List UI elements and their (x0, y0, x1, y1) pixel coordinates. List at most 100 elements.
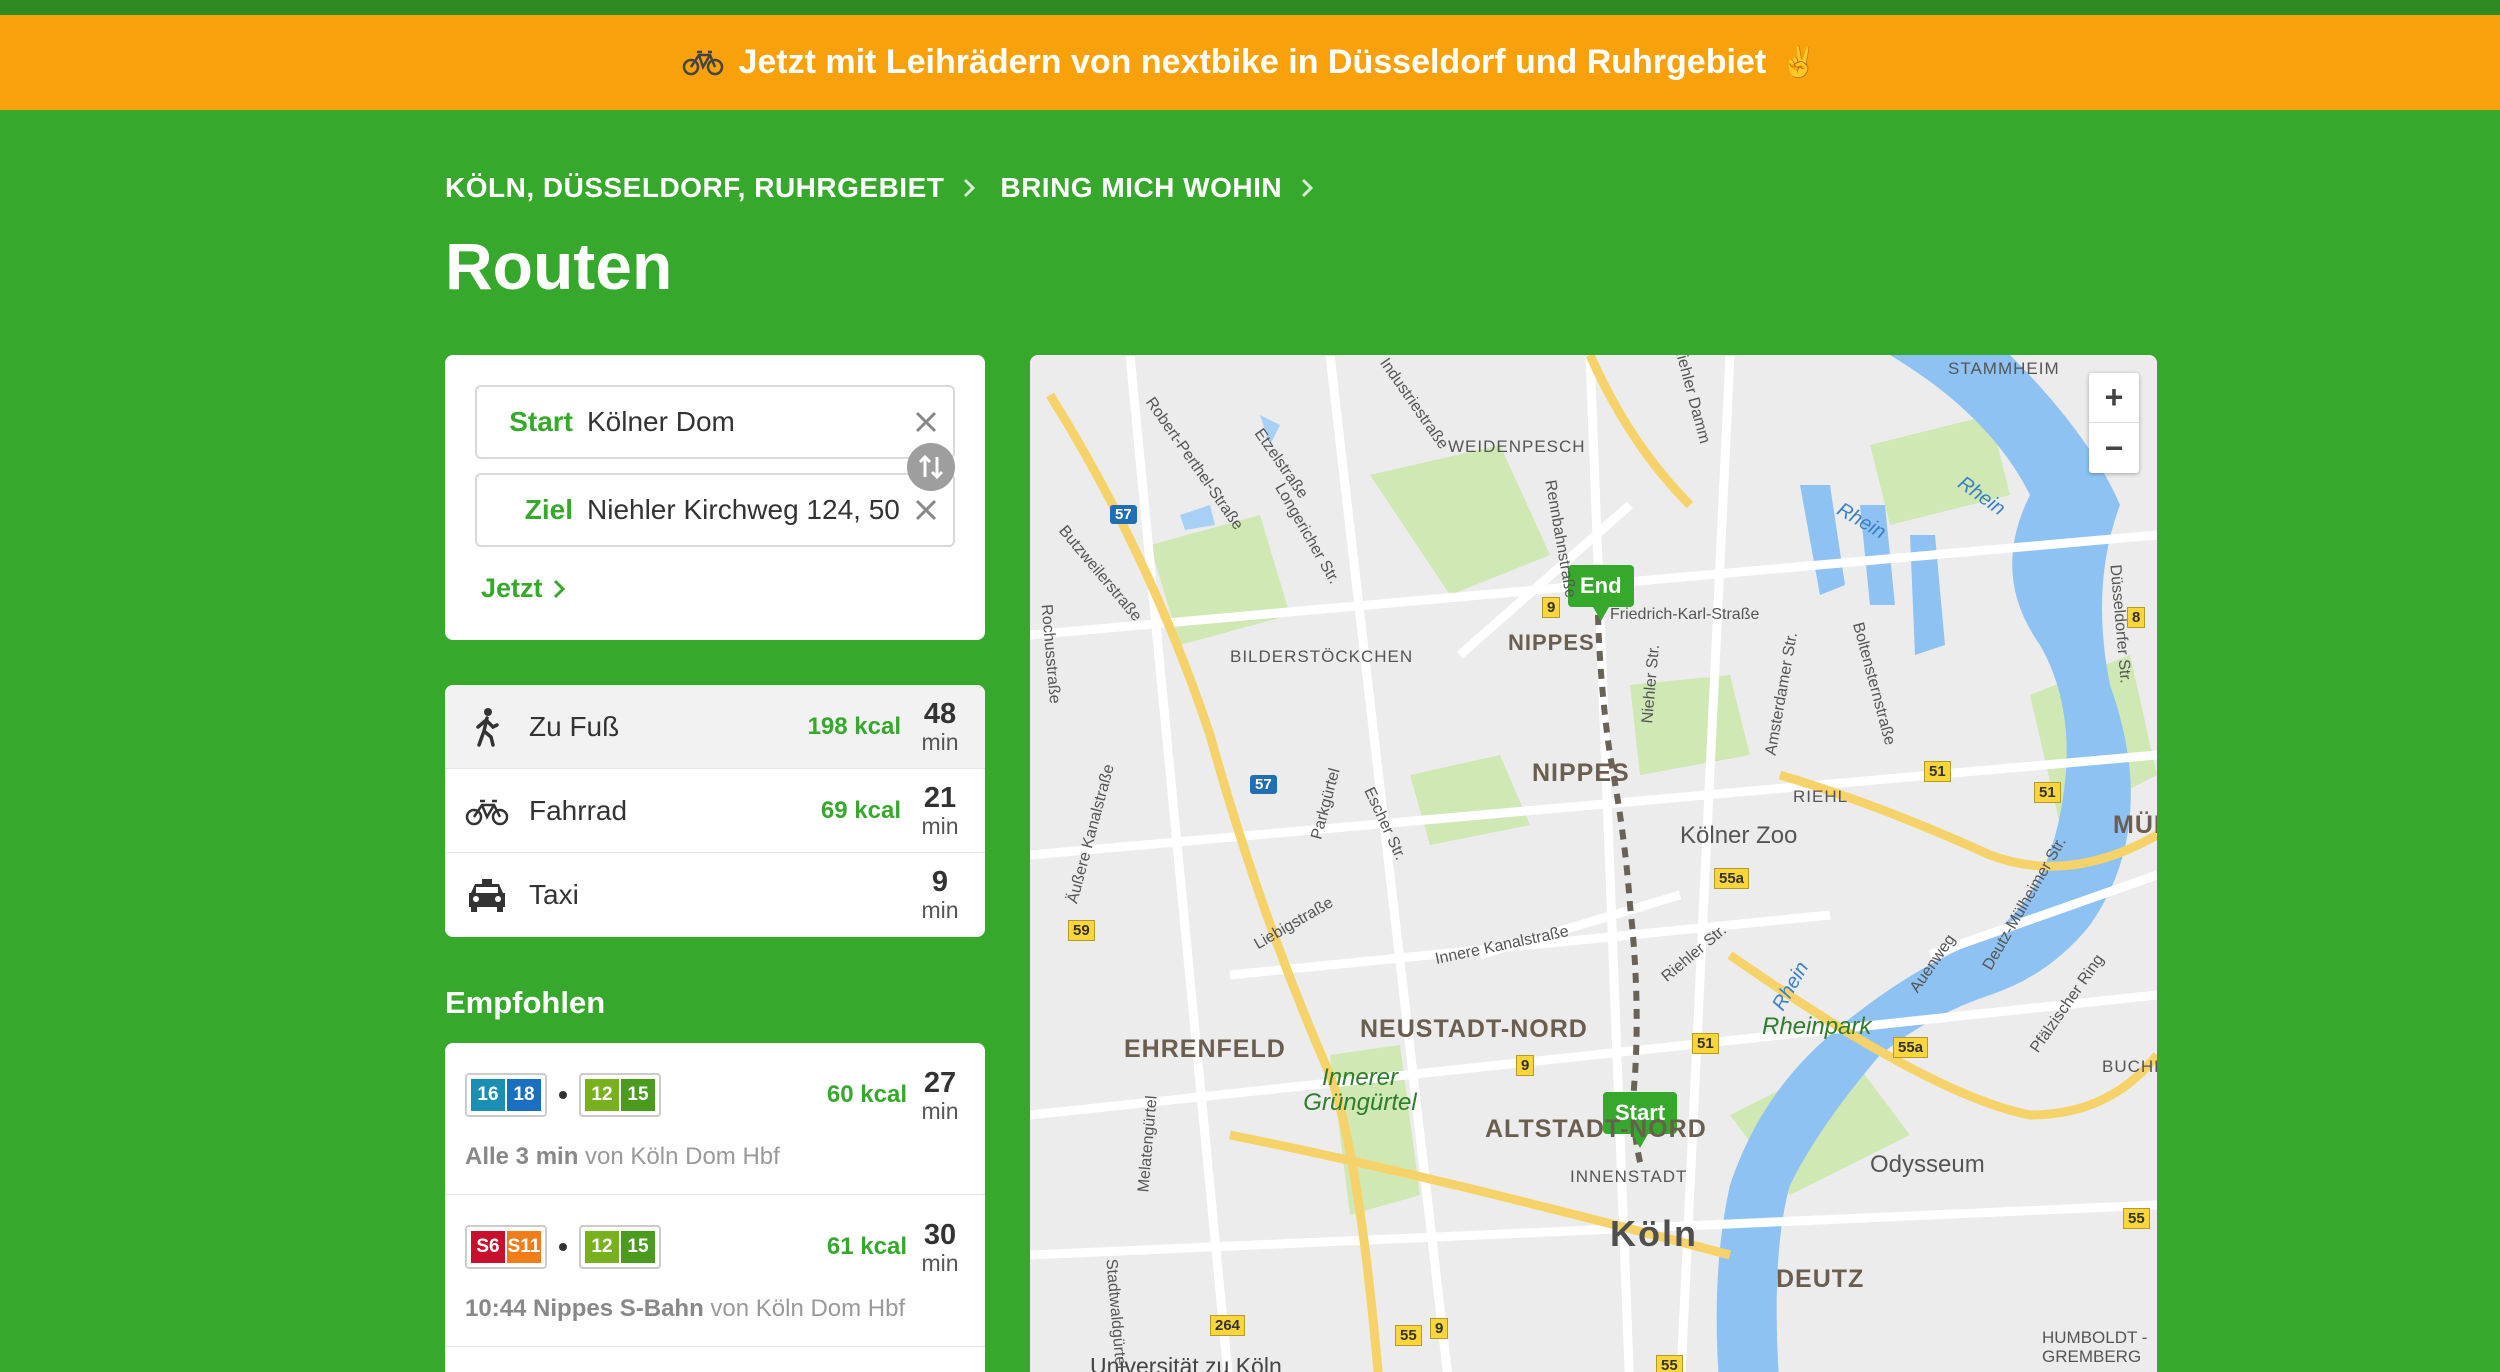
autobahn-shield: 57 (1250, 775, 1277, 794)
mode-kcal: 198 kcal (807, 712, 901, 740)
route-kcal: 60 kcal (826, 1081, 907, 1108)
map-label: RIEHL (1793, 787, 1849, 806)
recommended-routes-list: 16 18 12 15 60 kcal 27 min Alle 3 min von… (445, 1043, 985, 1372)
destination-field[interactable]: Ziel Niehler Kirchweg 124, 50 (475, 473, 955, 547)
map-label: BILDERSTÖCKCHEN (1230, 647, 1414, 666)
road-shield: 55a (1893, 1037, 1929, 1058)
end-marker[interactable]: End (1568, 565, 1634, 621)
breadcrumb-item-region[interactable]: KÖLN, DÜSSELDORF, RUHRGEBIET (445, 172, 944, 204)
map-label: NIPPES (1508, 630, 1595, 655)
map-label: ALTSTADT-NORD (1485, 1115, 1707, 1143)
departure-time-button[interactable]: Jetzt (481, 573, 565, 604)
road-shield: 51 (1692, 1033, 1719, 1054)
map-label: STAMMHEIM (1948, 359, 2060, 378)
announcement-banner[interactable]: Jetzt mit Leihrädern von nextbike in Düs… (0, 15, 2500, 110)
map-label: NIPPES (1532, 759, 1630, 787)
mode-name: Zu Fuß (529, 710, 620, 742)
mode-name: Fahrrad (529, 794, 628, 826)
line-badge: 12 (585, 1079, 619, 1111)
transit-lines: S6 S11 12 15 (465, 1225, 661, 1269)
map-label: INNENSTADT (1570, 1167, 1688, 1186)
road-shield: 9 (1542, 597, 1561, 618)
map-label-rheinpark: Rheinpark (1762, 1013, 1872, 1040)
line-badge: S11 (507, 1231, 541, 1263)
road-shield: 55 (1395, 1325, 1422, 1346)
mode-duration: 48 min (921, 697, 959, 755)
chevron-right-icon (1302, 178, 1314, 198)
road-shield: 55a (1714, 868, 1750, 889)
clear-destination-icon[interactable] (913, 497, 939, 523)
line-badge: 18 (507, 1079, 541, 1111)
map-label-park: Innerer Grüngürtel (1303, 1064, 1417, 1117)
page-title: Routen (445, 229, 673, 303)
route-map[interactable]: + − End Start STAMMHEIM WEIDENPESCH BILD… (1030, 355, 2157, 1372)
road-shield: 8 (2127, 607, 2146, 628)
line-badge: 16 (471, 1079, 505, 1111)
line-badge: 15 (621, 1231, 655, 1263)
map-street-label: Friedrich-Karl-Straße (1610, 606, 1760, 623)
map-label: WEIDENPESCH (1448, 437, 1586, 456)
bicycle-icon (465, 799, 509, 825)
breadcrumb-item-bring-mich-wohin[interactable]: BRING MICH WOHIN (1000, 172, 1282, 204)
map-label-zoo: Kölner Zoo (1680, 822, 1798, 849)
bicycle-icon (683, 50, 724, 75)
road-shield: 55 (1656, 1355, 1683, 1372)
line-badge: S6 (471, 1231, 505, 1263)
line-badge: 15 (621, 1079, 655, 1111)
mode-walk[interactable]: Zu Fuß 198 kcal 48 min (445, 685, 985, 769)
road-shield: 51 (2034, 782, 2061, 803)
start-input[interactable]: Kölner Dom (587, 406, 907, 438)
line-group: 16 18 (465, 1073, 547, 1117)
mode-taxi[interactable]: Taxi 9 min (445, 853, 985, 937)
banner-text: Jetzt mit Leihrädern von nextbike in Düs… (738, 43, 1767, 81)
road-shield: 51 (1924, 761, 1951, 782)
zoom-in-button[interactable]: + (2089, 373, 2139, 423)
map-label: NEUSTADT-NORD (1360, 1015, 1588, 1043)
line-badge: 12 (585, 1231, 619, 1263)
map-label: MÜLHE (2113, 811, 2157, 839)
separator-dot (559, 1091, 567, 1099)
mode-duration: 21 min (921, 781, 959, 839)
line-group: S6 S11 (465, 1225, 547, 1269)
mode-kcal: 69 kcal (820, 796, 901, 824)
route-info: 10:44 Nippes S-Bahn von Köln Dom Hbf (465, 1295, 906, 1322)
mode-name: Taxi (529, 879, 579, 910)
chevron-right-icon (553, 579, 565, 598)
zoom-out-button[interactable]: − (2089, 423, 2139, 473)
recommended-route[interactable]: S6 S11 12 15 61 kcal 30 min 10:44 Nippes … (445, 1195, 985, 1347)
zoom-controls: + − (2089, 373, 2139, 473)
destination-label: Ziel (524, 494, 573, 525)
map-label: BUCHFORS (2102, 1057, 2157, 1076)
transport-modes-list: Zu Fuß 198 kcal 48 min Fahrrad 69 kcal 21… (445, 685, 985, 937)
walk-icon (476, 707, 499, 747)
top-strip (0, 0, 2500, 15)
destination-input[interactable]: Niehler Kirchweg 124, 50 (587, 494, 907, 526)
start-field[interactable]: Start Kölner Dom (475, 385, 955, 459)
separator-dot (559, 1243, 567, 1251)
map-label: DEUTZ (1776, 1265, 1865, 1293)
route-duration: 27 min (921, 1067, 959, 1124)
line-group: 12 15 (579, 1073, 661, 1117)
breadcrumb: KÖLN, DÜSSELDORF, RUHRGEBIET BRING MICH … (445, 172, 1324, 204)
recommended-route[interactable]: 16 18 12 15 60 kcal 27 min Alle 3 min von… (445, 1043, 985, 1195)
start-label: Start (509, 406, 573, 437)
road-shield: 9 (1430, 1318, 1449, 1339)
map-label: Köln (1610, 1213, 1698, 1254)
departure-time-label: Jetzt (481, 573, 543, 603)
route-search-card: Start Kölner Dom Ziel Niehler Kirchweg 1… (445, 355, 985, 640)
transit-lines: 16 18 12 15 (465, 1073, 661, 1117)
map-label: HUMBOLDT - GREMBERG (2042, 1328, 2148, 1366)
route-kcal: 61 kcal (826, 1233, 907, 1260)
clear-start-icon[interactable] (913, 409, 939, 435)
road-shield: 9 (1516, 1055, 1535, 1076)
map-label: EHRENFELD (1124, 1035, 1286, 1063)
road-shield: 59 (1068, 920, 1095, 941)
swap-icon[interactable] (907, 443, 955, 491)
recommended-heading: Empfohlen (445, 985, 606, 1020)
map-label-odysseum: Odysseum (1870, 1151, 1985, 1178)
autobahn-shield: 57 (1110, 505, 1137, 524)
road-shield: 264 (1210, 1315, 1246, 1336)
route-info: Alle 3 min von Köln Dom Hbf (465, 1143, 780, 1170)
victory-hand-icon: ✌ (1780, 46, 1818, 79)
mode-bicycle[interactable]: Fahrrad 69 kcal 21 min (445, 769, 985, 853)
